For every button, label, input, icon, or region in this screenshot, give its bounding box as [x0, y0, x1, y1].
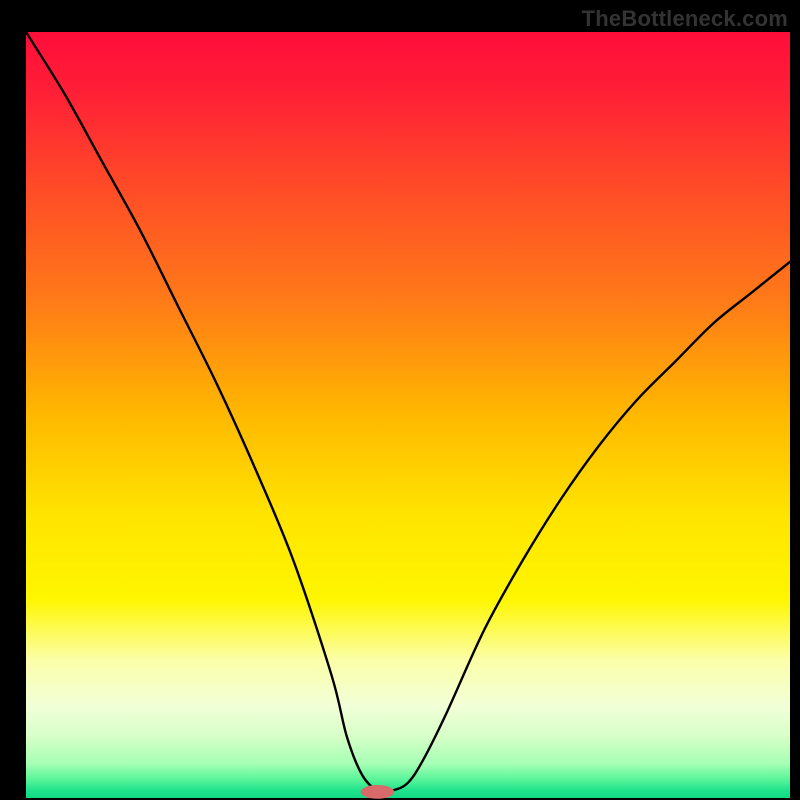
chart-plot-area [8, 8, 800, 800]
watermark-text: TheBottleneck.com [582, 6, 788, 32]
chart-svg [8, 8, 800, 800]
chart-background [26, 32, 790, 798]
chart-frame: TheBottleneck.com [4, 4, 796, 796]
optimal-point-marker [361, 785, 395, 799]
